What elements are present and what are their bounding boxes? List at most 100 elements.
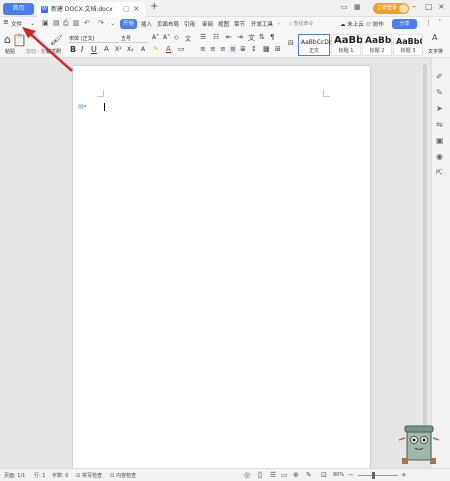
style-normal[interactable]: AaBbCcDd 正文 (298, 34, 333, 56)
show-marks-icon[interactable]: ¶ (270, 33, 274, 41)
outline-view-icon[interactable]: ☰ (270, 471, 276, 479)
tab-references[interactable]: 引用 (184, 20, 195, 28)
numbered-list-icon[interactable]: ☷ (213, 33, 219, 41)
login-button[interactable]: 立即登录 (373, 3, 409, 14)
zoom-slider-thumb[interactable] (372, 472, 375, 479)
clear-format-icon[interactable]: ◇ (174, 34, 179, 41)
style-gallery-more-icon[interactable]: ⊟ (288, 39, 294, 47)
zoom-slider[interactable] (358, 475, 398, 476)
tab-review[interactable]: 审阅 (202, 20, 213, 28)
zoom-out-icon[interactable]: − (348, 471, 354, 479)
chevron-down-icon[interactable]: ⌄ (30, 20, 35, 27)
adjust-icon[interactable]: ⇋ (436, 120, 443, 129)
font-size-select[interactable]: 五号 (121, 35, 149, 43)
web-view-icon[interactable]: ⊕ (293, 471, 299, 479)
layout-icon[interactable]: ▭ (341, 3, 348, 11)
zoom-fit-icon[interactable]: ⊡ (321, 471, 327, 479)
distribute-icon[interactable]: ≣ (240, 45, 246, 53)
collapse-ribbon-icon[interactable]: ˆ (438, 19, 442, 27)
cloud-status[interactable]: ☁ 未上云 (340, 20, 364, 28)
phonetic-icon[interactable]: 文 (185, 34, 191, 43)
window-close-icon[interactable]: × (438, 2, 445, 11)
indent-decrease-icon[interactable]: ⇤ (226, 33, 232, 41)
search-command[interactable]: ⌕ 查找命令 (289, 19, 339, 29)
style-pane-icon[interactable]: ✐ (436, 72, 443, 81)
image-icon[interactable]: ▣ (436, 136, 444, 145)
chinese-layout-icon[interactable]: 文 (248, 33, 255, 43)
bold-icon[interactable]: B (70, 45, 76, 54)
content-check[interactable]: ☑ 内容检查 (110, 472, 136, 479)
page-view-icon[interactable]: ▯ (258, 471, 262, 479)
vertical-scrollbar[interactable] (423, 64, 427, 444)
share-button[interactable]: 分享 (392, 19, 417, 29)
format-painter-button[interactable]: 格式刷 (46, 48, 61, 55)
font-color-icon[interactable]: A (166, 45, 171, 53)
superscript-icon[interactable]: X² (115, 46, 122, 53)
style-heading-2[interactable]: AaBbC 标题 2 (362, 34, 392, 56)
style-heading-1[interactable]: AaBb 标题 1 (331, 34, 363, 56)
collab-button[interactable]: ⚇ 协作 (366, 20, 384, 28)
text-effect-icon[interactable]: A (141, 46, 145, 53)
spell-check[interactable]: ☑ 拼写检查 (76, 472, 102, 479)
hamburger-icon[interactable]: ≡ (3, 18, 9, 26)
more-options-icon[interactable]: ⋮ (425, 19, 432, 27)
subscript-icon[interactable]: X₂ (127, 46, 134, 53)
mascot-trashcan[interactable] (397, 420, 441, 468)
paste-button[interactable]: 粘贴 (5, 48, 15, 55)
file-menu[interactable]: 文件 (11, 20, 22, 28)
text-tool-button[interactable]: 文字排 (428, 48, 443, 55)
add-tab-icon[interactable]: + (150, 1, 158, 12)
chevron-right-icon[interactable]: › (278, 21, 280, 27)
export-pdf-icon[interactable]: ▥ (73, 19, 80, 27)
tab-insert[interactable]: 插入 (141, 20, 152, 28)
align-center-icon[interactable]: ≡ (210, 45, 216, 53)
eye-icon[interactable]: ◎ (244, 471, 250, 479)
location-icon[interactable]: ◉ (436, 152, 443, 161)
close-icon[interactable]: × (133, 4, 140, 13)
font-name-select[interactable]: 宋体 (正文) (69, 35, 119, 43)
home-tab[interactable]: 首页 (3, 3, 34, 15)
indent-increase-icon[interactable]: ⇥ (237, 33, 243, 41)
font-shrink-icon[interactable]: A˅ (163, 34, 170, 41)
align-right-icon[interactable]: ≡ (220, 45, 226, 53)
paragraph-handle-icon[interactable]: ▤▾ (78, 103, 87, 110)
page-count[interactable]: 页面: 1/1 (4, 472, 25, 479)
bullet-list-icon[interactable]: ☰ (200, 33, 206, 41)
tab-developer[interactable]: 开发工具 (251, 20, 273, 28)
format-painter-icon[interactable]: 🖌 (50, 35, 63, 46)
align-justify-icon[interactable]: ≡ (230, 45, 236, 53)
annotate-icon[interactable]: ✎ (306, 471, 312, 479)
pen-icon[interactable]: ✎ (436, 88, 443, 97)
tab-sections[interactable]: 章节 (234, 20, 245, 28)
home-view-icon[interactable]: ⌂ (4, 33, 11, 46)
grid-icon[interactable]: ▦ (354, 3, 361, 11)
zoom-in-icon[interactable]: + (401, 471, 407, 479)
print-icon[interactable]: ⎙ (63, 19, 69, 28)
italic-icon[interactable]: I (81, 45, 83, 54)
more-icon[interactable]: ⌄ (110, 20, 115, 27)
paste-icon[interactable]: 📋 (12, 33, 27, 47)
document-page[interactable]: ▤▾ (73, 66, 370, 468)
redo-icon[interactable]: ↷ (98, 19, 104, 27)
align-left-icon[interactable]: ≡ (200, 45, 206, 53)
text-tool-icon[interactable]: A (432, 33, 437, 42)
char-border-icon[interactable]: ▭ (178, 45, 185, 53)
save-icon[interactable]: ▣ (42, 19, 49, 27)
tab-home[interactable]: 开始 (120, 19, 137, 29)
document-canvas[interactable]: ▤▾ (0, 58, 431, 468)
shading-icon[interactable]: ▩ (263, 45, 270, 53)
style-heading-3[interactable]: AaBbC 标题 3 (393, 34, 423, 56)
select-icon[interactable]: ➤ (436, 104, 443, 113)
minimize-icon[interactable]: – (412, 2, 416, 11)
document-tab[interactable]: W 新建 DOCX 文档.docx ▢ × (37, 2, 145, 17)
sort-icon[interactable]: ⇅ (259, 33, 265, 41)
strikethrough-icon[interactable]: A (104, 45, 109, 53)
tab-page-layout[interactable]: 页面布局 (157, 20, 179, 28)
word-count[interactable]: 字数: 0 (52, 472, 68, 479)
print-preview-icon[interactable]: ▤ (53, 19, 60, 27)
borders-icon[interactable]: ⊞ (275, 45, 281, 53)
highlight-icon[interactable]: ✎ (153, 45, 159, 53)
line-spacing-icon[interactable]: ↕ (251, 45, 257, 53)
tab-view[interactable]: 视图 (218, 20, 229, 28)
underline-icon[interactable]: U (91, 45, 97, 54)
